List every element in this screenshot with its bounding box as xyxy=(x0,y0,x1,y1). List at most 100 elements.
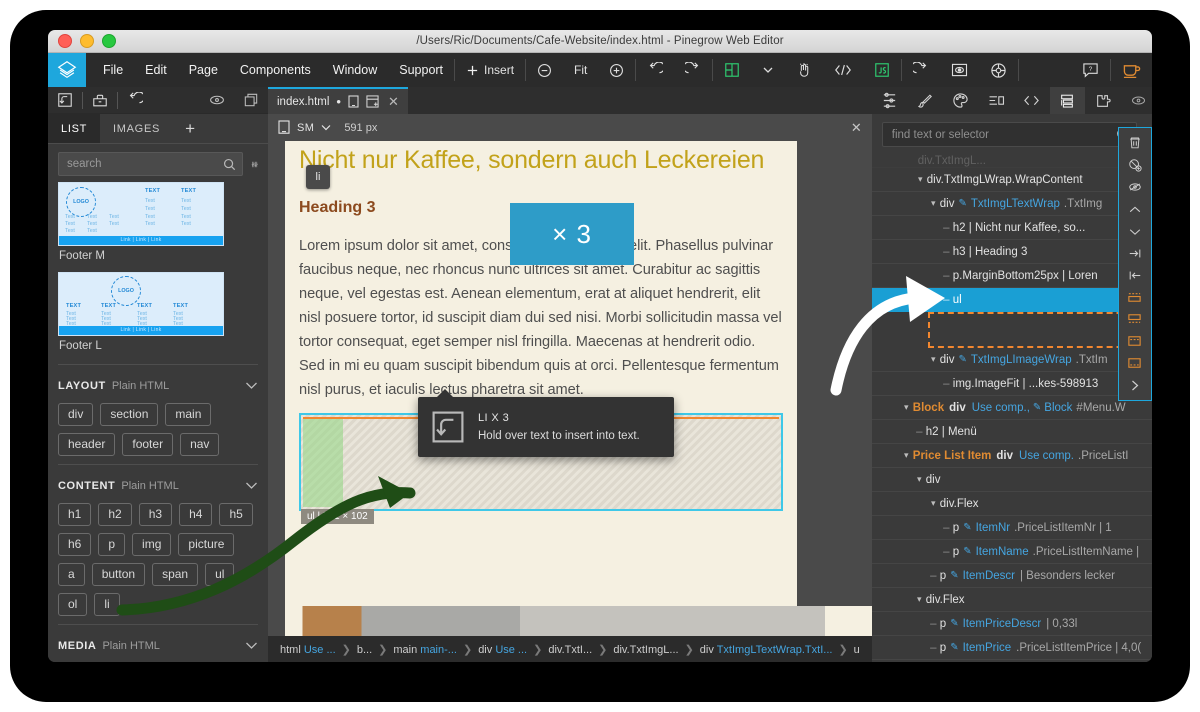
chip-h2[interactable]: h2 xyxy=(98,503,132,527)
add-tab-button[interactable]: + xyxy=(173,114,207,143)
layout-chips[interactable]: div section main header footer nav xyxy=(48,403,268,462)
chip-section[interactable]: section xyxy=(100,403,159,427)
page-viewport[interactable]: Nicht nur Kaffee, sondern auch Leckereie… xyxy=(268,141,872,636)
edit-pencil-icon[interactable]: ✎ xyxy=(963,546,971,557)
properties-sliders-icon[interactable] xyxy=(872,92,908,109)
search-input[interactable] xyxy=(65,157,223,172)
duplicate-panel-icon[interactable] xyxy=(234,93,268,107)
add-component-icon[interactable] xyxy=(1119,154,1151,176)
insert-button[interactable]: Insert xyxy=(455,53,525,87)
coffee-cup-icon[interactable] xyxy=(1111,53,1152,87)
breadcrumb[interactable]: html Use ... ❯ b... ❯ main main-... ❯ di… xyxy=(268,636,872,662)
breadcrumb-item[interactable]: html Use ... xyxy=(280,644,336,656)
redo-button[interactable] xyxy=(674,53,712,87)
page-view-button[interactable] xyxy=(713,53,751,87)
tree-row[interactable]: ▾ Price List Item div Use comp. .PriceLi… xyxy=(871,444,1152,468)
section-header-media[interactable]: MEDIA Plain HTML xyxy=(48,625,268,662)
chip-h5[interactable]: h5 xyxy=(219,503,253,527)
tree-row-selected[interactable]: – ul xyxy=(871,288,1152,312)
reset-icon[interactable] xyxy=(118,92,152,108)
tree-drop-zone[interactable] xyxy=(872,312,1152,348)
twisty-icon[interactable]: ▾ xyxy=(913,594,926,605)
edit-pencil-icon[interactable]: ✎ xyxy=(958,354,966,365)
tree-row[interactable]: ▾ div.Flex xyxy=(871,588,1152,612)
zoom-out-button[interactable] xyxy=(526,53,563,87)
browser-sync-icon[interactable] xyxy=(979,53,1018,87)
tree-row[interactable]: – p ✎ ItemPrice .PriceListItemPrice | 4,… xyxy=(871,636,1152,660)
chip-li[interactable]: li xyxy=(94,593,120,617)
breadcrumb-item[interactable]: div TxtImgLTextWrap.TxtI... xyxy=(700,644,833,656)
search-input-wrapper[interactable] xyxy=(58,152,243,177)
page-heading-2[interactable]: Nicht nur Kaffee, sondern auch Leckereie… xyxy=(299,141,783,176)
tree-row[interactable]: ▾ div.Flex xyxy=(871,492,1152,516)
hide-icon[interactable] xyxy=(1119,176,1151,198)
edit-pencil-icon[interactable]: ✎ xyxy=(950,642,958,653)
device-preview-icon[interactable] xyxy=(348,95,359,108)
chip-div[interactable]: div xyxy=(58,403,94,427)
move-up-icon[interactable] xyxy=(1119,198,1151,220)
indent-left-icon[interactable] xyxy=(1119,264,1151,286)
thumbnail-footer-m[interactable]: LOGO TEXT TEXT Text Text Text Text Text … xyxy=(58,182,224,247)
twisty-icon[interactable]: ▾ xyxy=(913,474,926,485)
library-icon[interactable] xyxy=(83,93,117,108)
interact-hand-icon[interactable] xyxy=(785,53,823,87)
attributes-icon[interactable] xyxy=(978,94,1014,107)
document-tabs[interactable]: index.html • ✕ xyxy=(268,87,872,114)
breadcrumb-item[interactable]: b... xyxy=(357,644,372,656)
content-chips[interactable]: h1 h2 h3 h4 h5 h6 p img picture a button… xyxy=(48,503,268,622)
close-device-view-icon[interactable]: ✕ xyxy=(851,120,862,136)
chevron-down-icon[interactable] xyxy=(245,377,258,395)
chip-h1[interactable]: h1 xyxy=(58,503,92,527)
thumbnail-footer-l[interactable]: LOGO TEXT TEXT TEXT TEXT Text Text Text … xyxy=(58,272,224,337)
tab-list[interactable]: LIST xyxy=(48,114,101,144)
chip-header[interactable]: header xyxy=(58,433,116,457)
filter-settings-icon[interactable] xyxy=(251,156,258,173)
twisty-icon[interactable]: ▾ xyxy=(914,174,927,185)
close-tab-icon[interactable]: ✕ xyxy=(388,94,399,110)
trash-icon[interactable] xyxy=(1119,132,1151,154)
menu-components[interactable]: Components xyxy=(229,53,322,87)
edit-pencil-icon[interactable]: ✎ xyxy=(1033,402,1041,413)
chip-p[interactable]: p xyxy=(98,533,126,557)
menu-page[interactable]: Page xyxy=(178,53,229,87)
twisty-icon[interactable]: ▾ xyxy=(927,198,940,209)
chip-span[interactable]: span xyxy=(152,563,199,587)
twisty-icon[interactable]: ▾ xyxy=(900,402,913,413)
chip-picture[interactable]: picture xyxy=(178,533,235,557)
chip-nav[interactable]: nav xyxy=(180,433,220,457)
outdent-right-icon[interactable] xyxy=(1119,242,1151,264)
breadcrumb-item-active[interactable]: u xyxy=(854,644,860,656)
tree-row[interactable]: – p ✎ ItemNr .PriceListItemNr | 1 xyxy=(871,516,1152,540)
drag-element-chip[interactable]: li xyxy=(306,165,330,189)
color-palette-icon[interactable] xyxy=(943,92,979,109)
breadcrumb-item[interactable]: div.TxtI... xyxy=(548,644,592,656)
twisty-icon[interactable]: ▾ xyxy=(900,450,913,461)
breadcrumb-item[interactable]: div Use ... xyxy=(478,644,527,656)
left-panel-tabs[interactable]: LIST IMAGES + xyxy=(48,114,268,145)
tree-row[interactable]: ▾ div ✎ TxtImgLImageWrap .TxtIm xyxy=(871,348,1152,372)
edit-pencil-icon[interactable]: ✎ xyxy=(950,618,958,629)
tree-row[interactable]: – p ✎ ItemDescr | Besonders lecker xyxy=(871,564,1152,588)
insert-above-icon[interactable] xyxy=(1119,286,1151,308)
visibility-eye-icon[interactable] xyxy=(200,94,234,106)
tree-row[interactable]: ▾ div.TxtImgLWrap.WrapContent xyxy=(871,168,1152,192)
component-item-footer-m[interactable]: LOGO TEXT TEXT Text Text Text Text Text … xyxy=(48,182,268,272)
tree-row[interactable]: – p ✎ ItemPriceDescr | 0,33l xyxy=(871,612,1152,636)
tab-index-html[interactable]: index.html • ✕ xyxy=(268,87,408,114)
chip-ul[interactable]: ul xyxy=(205,563,235,587)
section-header-content[interactable]: CONTENT Plain HTML xyxy=(48,465,268,503)
more-options-icon[interactable] xyxy=(1119,374,1151,396)
code-view-icon[interactable] xyxy=(823,53,863,87)
tree-row[interactable]: ▾ div ✎ TxtImgLTextWrap .TxtImg xyxy=(871,192,1152,216)
help-icon[interactable]: ? xyxy=(1071,53,1110,87)
tree-row[interactable]: div.TxtImgL... xyxy=(871,155,1152,168)
twisty-icon[interactable]: ▾ xyxy=(927,354,940,365)
insert-inside-bottom-icon[interactable] xyxy=(1119,352,1151,374)
tree-row[interactable]: – h3 | Heading 3 xyxy=(871,240,1152,264)
tree-row[interactable]: ▾ Price List Item div Use comp. .PriceLi… xyxy=(872,660,1152,662)
move-down-icon[interactable] xyxy=(1119,220,1151,242)
menu-edit[interactable]: Edit xyxy=(134,53,178,87)
find-input[interactable] xyxy=(889,127,1116,142)
chip-h4[interactable]: h4 xyxy=(179,503,213,527)
component-item-footer-l[interactable]: LOGO TEXT TEXT TEXT TEXT Text Text Text … xyxy=(48,272,268,362)
